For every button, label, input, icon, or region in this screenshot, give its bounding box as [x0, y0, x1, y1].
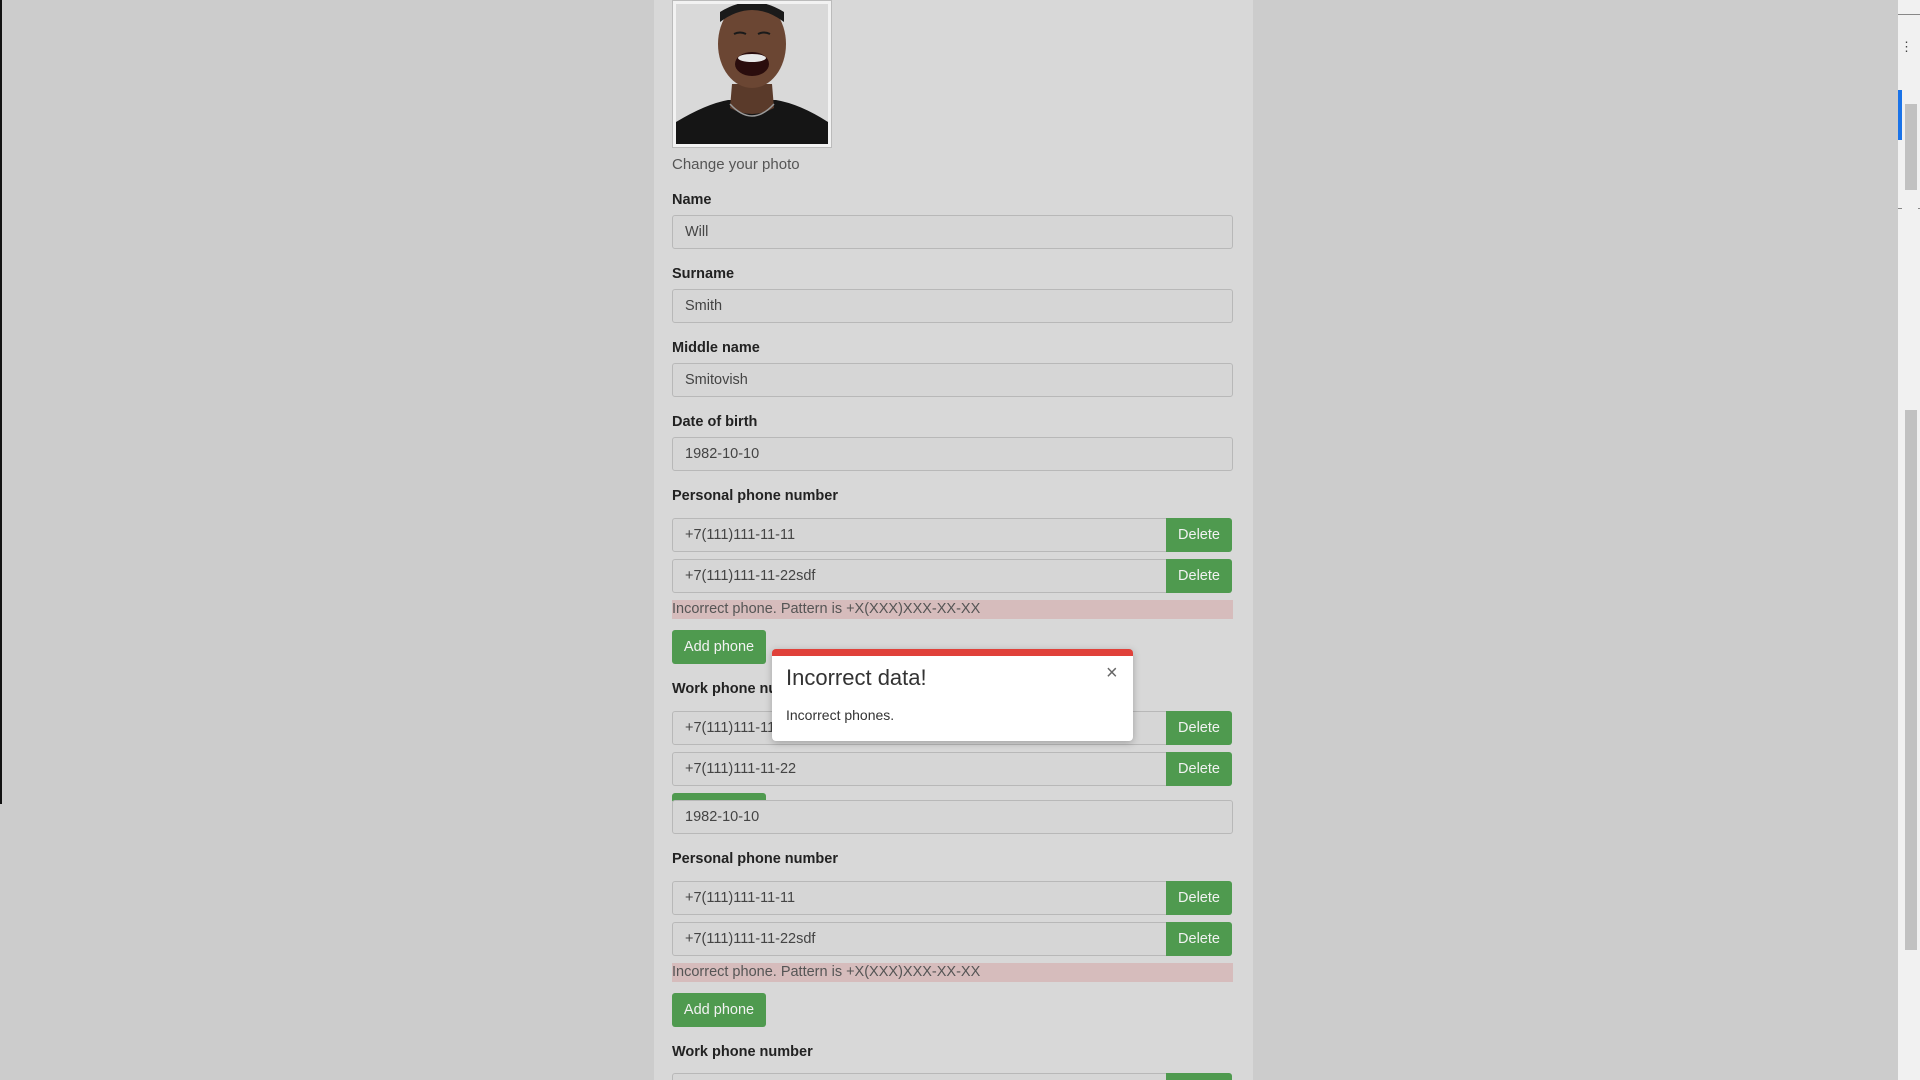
name-label: Name [672, 192, 712, 208]
dob-input[interactable]: 1982-10-10 [672, 437, 1233, 471]
add-personal-phone-button-duplicate[interactable]: Add phone [672, 993, 766, 1027]
work-phone-label-duplicate: Work phone number [672, 1044, 813, 1060]
personal-phone-input-duplicate[interactable]: +7(111)111-11-22sdf [672, 922, 1167, 956]
work-phone-input[interactable]: +7(111)111-11-22 [672, 752, 1167, 786]
personal-phone-label: Personal phone number [672, 488, 838, 504]
delete-work-phone-button[interactable]: Delete [1166, 711, 1232, 745]
add-personal-phone-button[interactable]: Add phone [672, 630, 766, 664]
middle-name-label: Middle name [672, 340, 760, 356]
portrait-image [676, 4, 828, 144]
phone-error-message: Incorrect phone. Pattern is +X(XXX)XXX-X… [672, 600, 1233, 619]
panel-divider [1898, 14, 1920, 15]
dob-input-duplicate[interactable]: 1982-10-10 [672, 800, 1233, 834]
delete-personal-phone-button[interactable]: Delete [1166, 518, 1232, 552]
left-edge [0, 0, 2, 804]
more-menu-icon[interactable]: ⋮ [1900, 40, 1913, 53]
surname-input[interactable]: Smith [672, 289, 1233, 323]
modal-message: Incorrect phones. [786, 707, 895, 723]
delete-personal-phone-button-duplicate[interactable]: Delete [1166, 922, 1232, 956]
delete-work-phone-button[interactable]: Delete [1166, 752, 1232, 786]
dob-label: Date of birth [672, 414, 758, 430]
personal-phone-input[interactable]: +7(111)111-11-11 [672, 518, 1167, 552]
inner-scrollbar-thumb[interactable] [1905, 104, 1917, 190]
surname-label: Surname [672, 266, 735, 282]
delete-work-phone-button-duplicate-partial[interactable] [1166, 1073, 1232, 1080]
personal-phone-input-duplicate[interactable]: +7(111)111-11-11 [672, 881, 1167, 915]
change-photo-link[interactable]: Change your photo [672, 156, 800, 173]
screen: Change your photo Name Will Surname Smit… [0, 0, 1920, 1080]
personal-phone-input[interactable]: +7(111)111-11-22sdf [672, 559, 1167, 593]
middle-name-input[interactable]: Smitovish [672, 363, 1233, 397]
scrollbar-thumb[interactable] [1905, 410, 1917, 950]
close-icon[interactable]: × [1106, 663, 1118, 683]
phone-error-message-duplicate: Incorrect phone. Pattern is +X(XXX)XXX-X… [672, 963, 1233, 982]
work-phone-label: Work phone nu [672, 681, 778, 697]
error-modal: Incorrect data! × Incorrect phones. [772, 649, 1133, 741]
delete-personal-phone-button-duplicate[interactable]: Delete [1166, 881, 1232, 915]
personal-phone-label-duplicate: Personal phone number [672, 851, 838, 867]
name-input[interactable]: Will [672, 215, 1233, 249]
profile-photo[interactable] [672, 0, 832, 148]
work-phone-input-duplicate-partial[interactable] [672, 1073, 1167, 1080]
delete-personal-phone-button[interactable]: Delete [1166, 559, 1232, 593]
modal-title: Incorrect data! [786, 665, 927, 690]
